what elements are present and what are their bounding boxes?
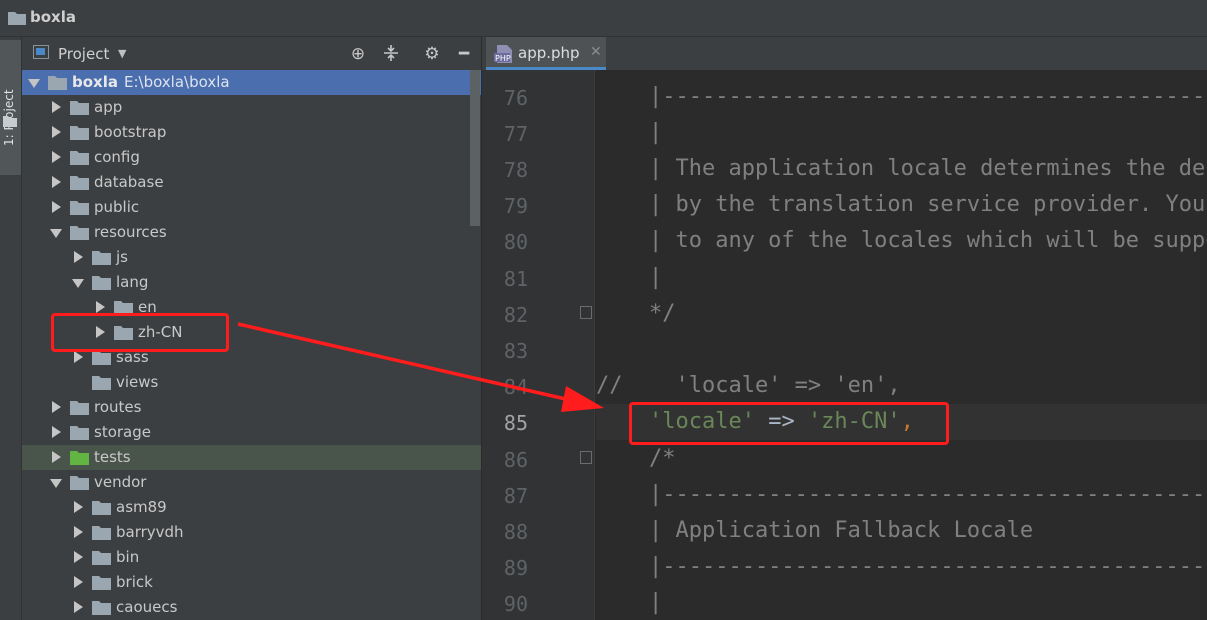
- annotation-arrow: [237, 322, 604, 412]
